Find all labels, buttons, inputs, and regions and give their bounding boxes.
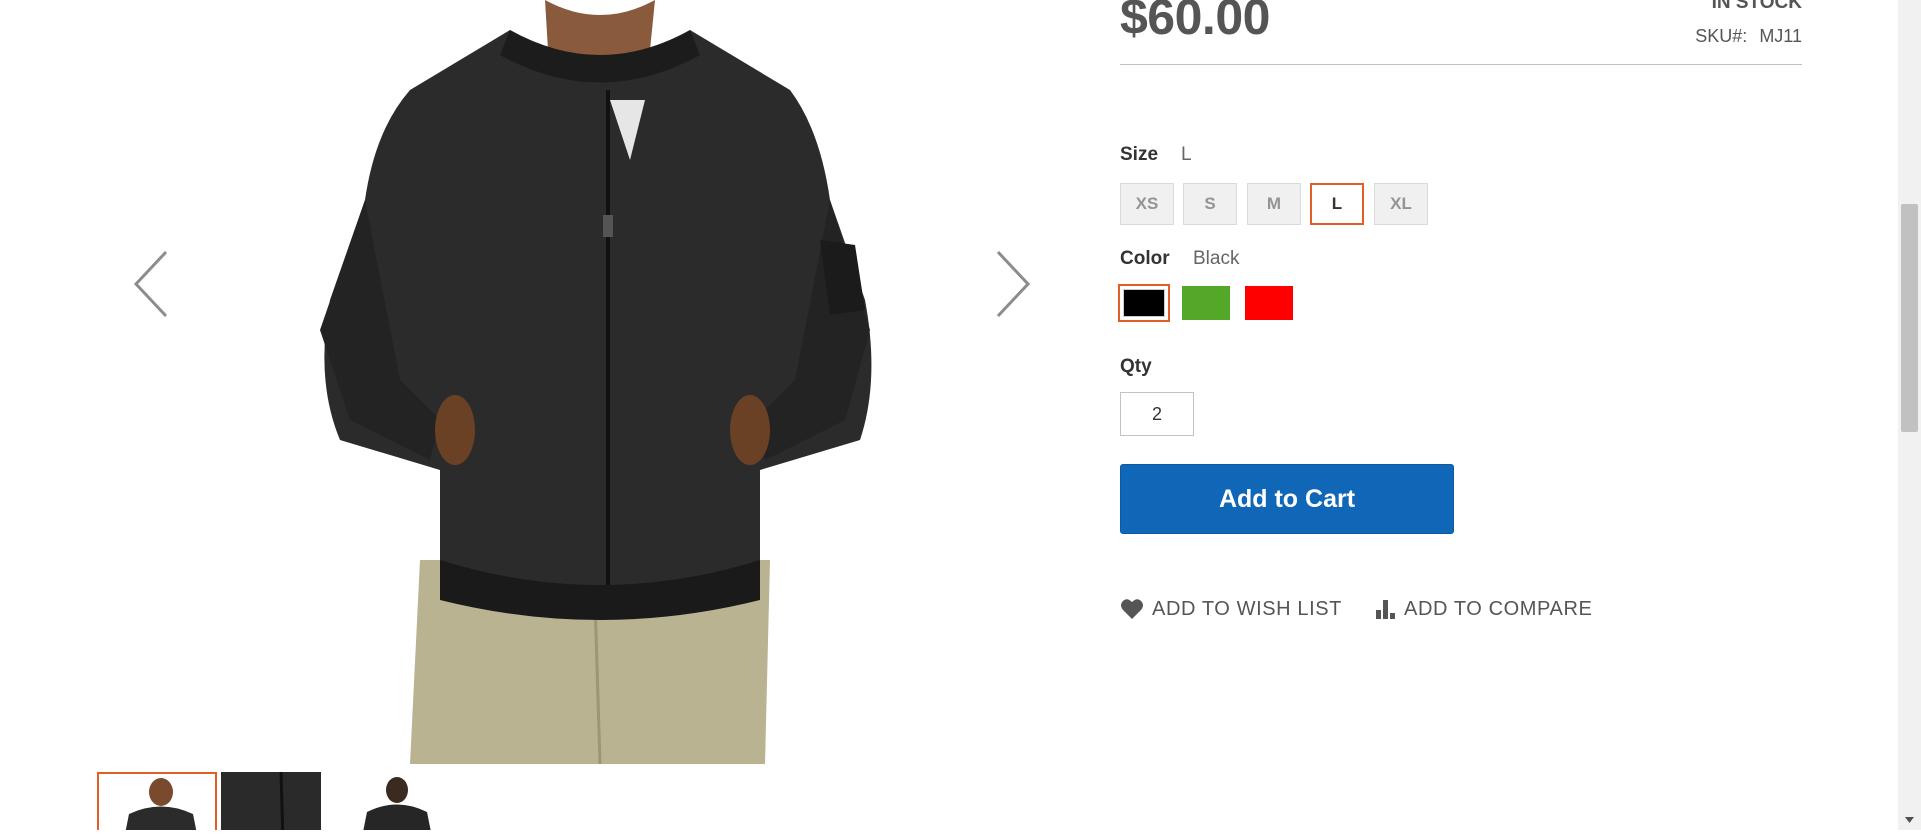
scroll-down-arrow-icon: [1905, 817, 1914, 823]
compare-label: ADD TO COMPARE: [1404, 597, 1593, 620]
sku-value: MJ11: [1759, 26, 1802, 46]
color-option-black[interactable]: [1118, 284, 1170, 322]
size-label: Size: [1120, 144, 1159, 165]
product-price: $60.00: [1120, 0, 1270, 45]
next-image-button[interactable]: [992, 248, 1032, 320]
divider: [1120, 64, 1802, 65]
heart-icon: [1121, 599, 1143, 619]
size-selected-value: L: [1181, 144, 1192, 165]
product-info: $60.00 IN STOCK SKU#: MJ11 Size L XS S M …: [1118, 0, 1802, 760]
previous-image-button[interactable]: [132, 248, 172, 320]
add-to-wish-list-link[interactable]: ADD TO WISH LIST: [1120, 596, 1342, 622]
chevron-right-icon: [996, 250, 1031, 318]
color-option-green[interactable]: [1182, 286, 1230, 320]
color-option-red[interactable]: [1245, 286, 1293, 320]
size-option-xl[interactable]: XL: [1374, 183, 1428, 225]
product-sku: SKU#: MJ11: [1695, 26, 1802, 47]
qty-label: Qty: [1120, 356, 1152, 377]
chevron-left-icon: [133, 250, 168, 318]
page-scrollbar[interactable]: [1898, 0, 1921, 830]
thumbnail-strip: [97, 772, 467, 830]
add-to-cart-button[interactable]: Add to Cart: [1120, 464, 1454, 534]
scrollbar-thumb[interactable]: [1901, 204, 1918, 432]
add-to-compare-link[interactable]: ADD TO COMPARE: [1374, 596, 1592, 622]
thumbnail-1[interactable]: [97, 772, 217, 830]
qty-input[interactable]: [1120, 392, 1194, 436]
color-selected-value: Black: [1193, 248, 1240, 269]
size-option-xs[interactable]: XS: [1120, 183, 1174, 225]
wish-list-label: ADD TO WISH LIST: [1152, 597, 1343, 620]
bar-chart-icon: [1376, 600, 1395, 619]
thumbnail-3[interactable]: [345, 772, 465, 830]
stock-status: IN STOCK: [1711, 0, 1802, 13]
size-option-s[interactable]: S: [1183, 183, 1237, 225]
thumbnail-2[interactable]: [221, 772, 341, 830]
scroll-down-button[interactable]: [1898, 810, 1921, 830]
size-option-m[interactable]: M: [1247, 183, 1301, 225]
size-option-l[interactable]: L: [1310, 183, 1364, 225]
product-gallery: [0, 0, 1095, 764]
product-main-image: [320, 0, 872, 764]
sku-label: SKU#:: [1695, 26, 1748, 46]
color-label: Color: [1120, 248, 1170, 269]
